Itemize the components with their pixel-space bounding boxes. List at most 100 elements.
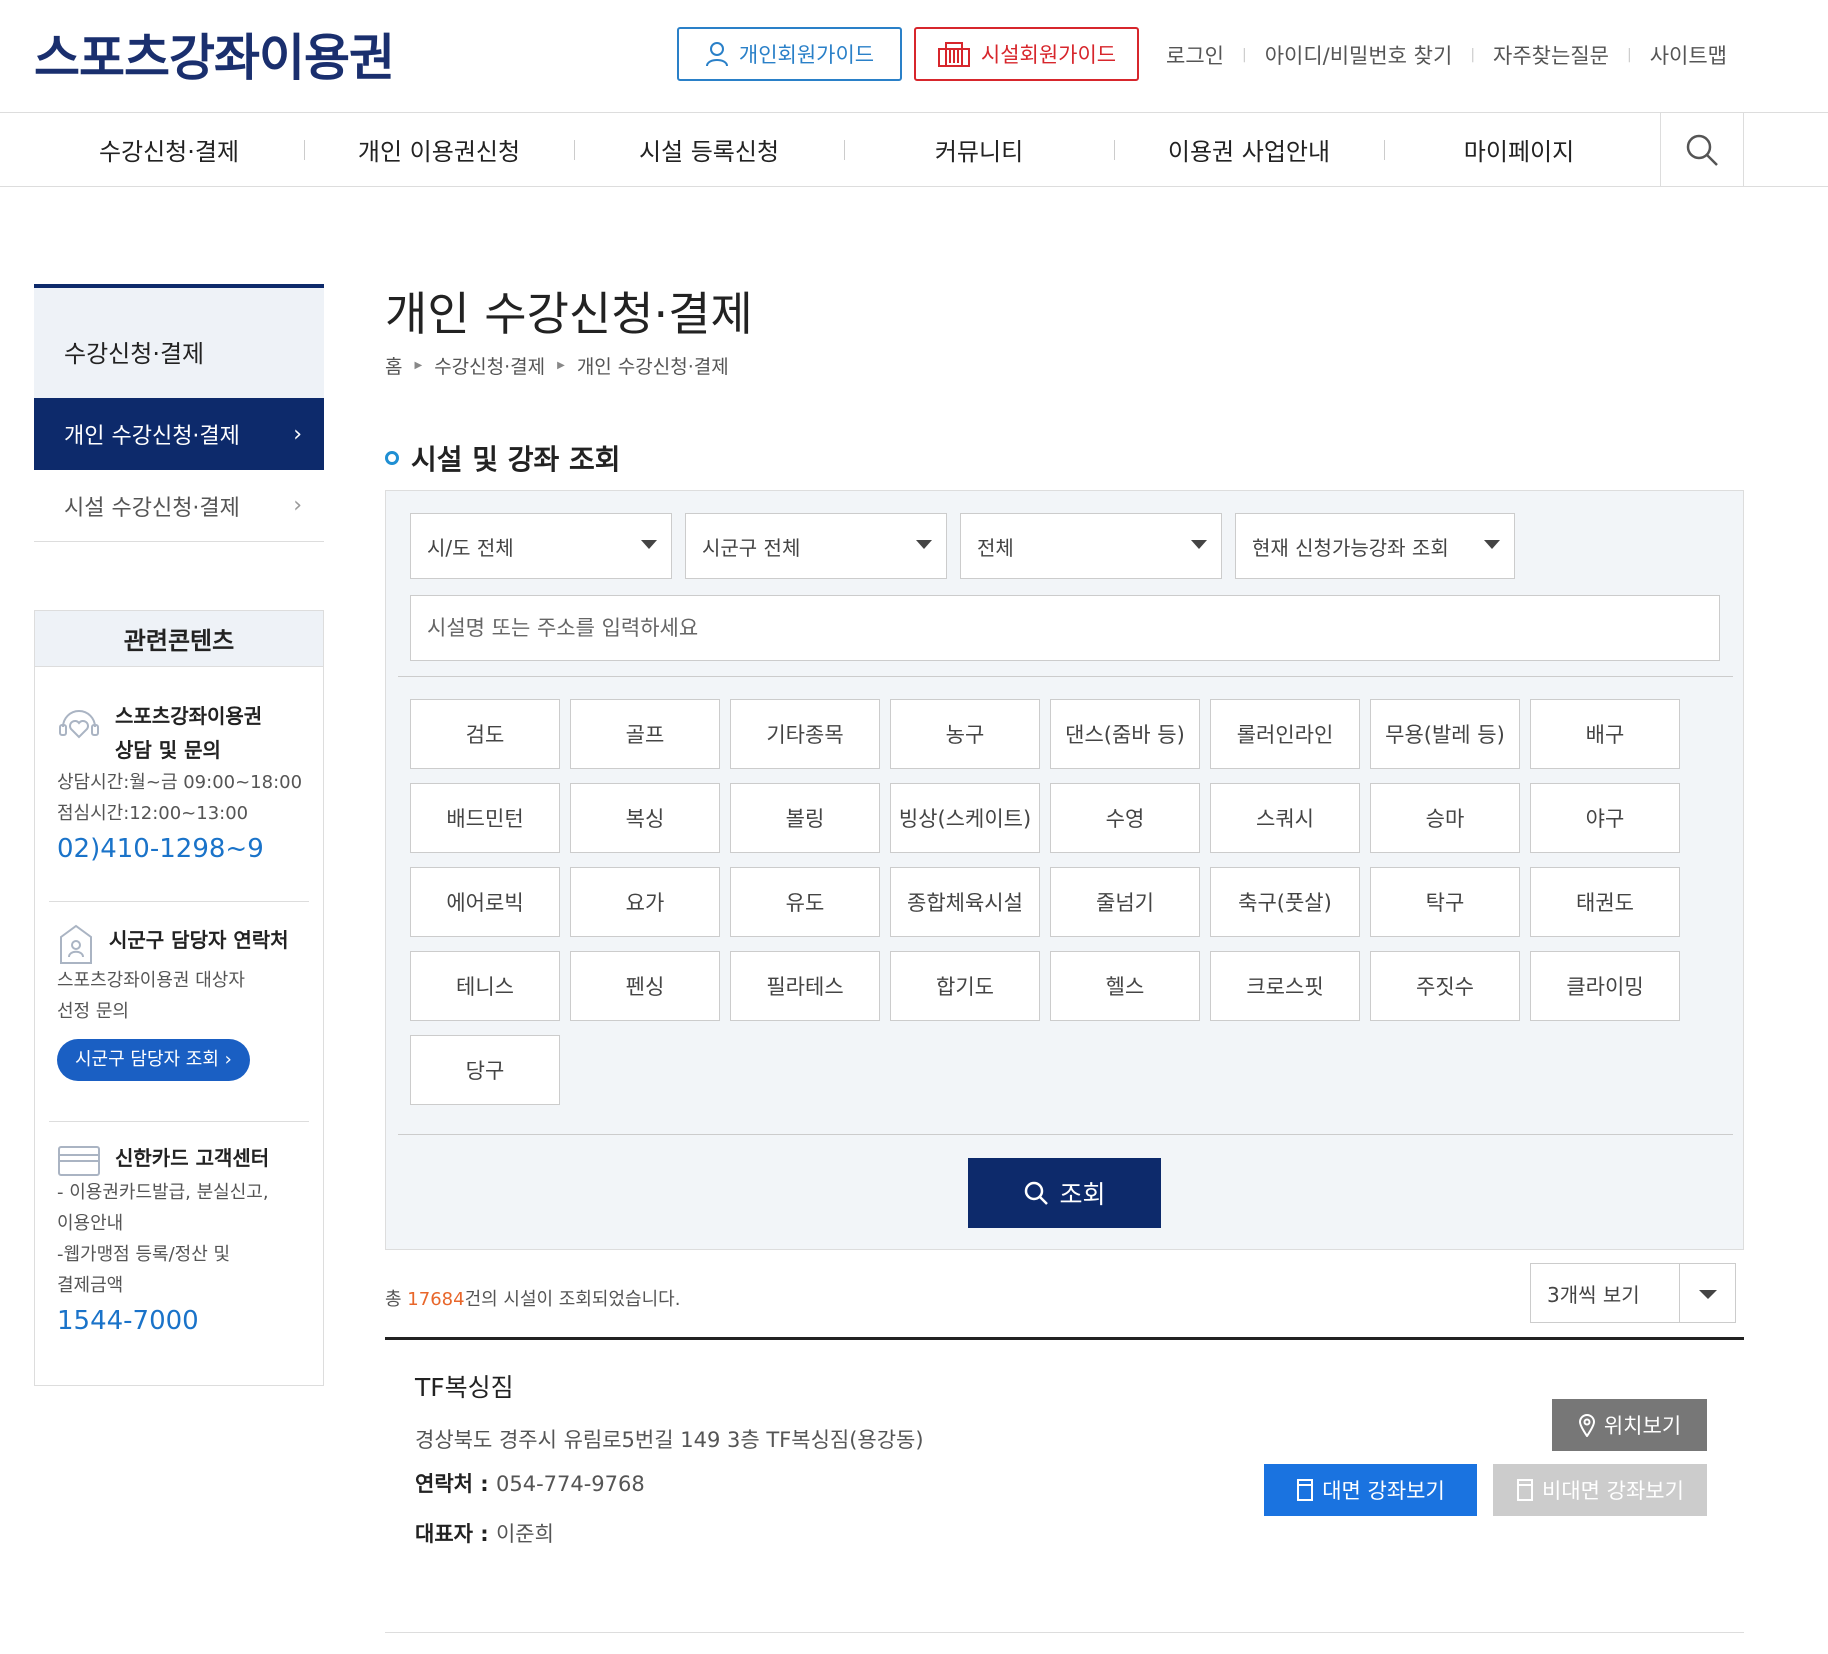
card-desc-1: - 이용권카드발급, 분실신고, [57,1182,269,1203]
sport-filter-button[interactable]: 배구 [1530,699,1680,769]
sport-filter-button[interactable]: 검도 [410,699,560,769]
location-view-label: 위치보기 [1603,1414,1682,1438]
result-bottom-border [385,1632,1744,1633]
sport-filter-button[interactable]: 축구(풋살) [1210,867,1360,937]
sido-select-value: 시/도 전체 [427,535,514,560]
sport-filter-button[interactable]: 복싱 [570,783,720,853]
faq-link[interactable]: 자주찾는질문 [1493,40,1609,70]
gnb-enroll-payment[interactable]: 수강신청·결제 [34,113,304,186]
gnb-mypage[interactable]: 마이페이지 [1384,113,1654,186]
divider [398,676,1733,677]
document-icon [1297,1479,1314,1501]
search-button[interactable] [1660,113,1744,186]
consult-block: 스포츠강좌이용권 상담 및 문의 상담시간:월~금 09:00~18:00 점심… [57,699,307,869]
consult-title-2: 상담 및 문의 [115,738,221,762]
sport-filter-button[interactable]: 클라이밍 [1530,951,1680,1021]
login-link[interactable]: 로그인 [1166,40,1224,70]
dropdown-arrow-icon [1191,540,1207,549]
sport-filter-button[interactable]: 빙상(스케이트) [890,783,1040,853]
district-desc-2: 선정 문의 [57,1001,129,1022]
sport-filter-button[interactable]: 유도 [730,867,880,937]
sport-filter-button[interactable]: 합기도 [890,951,1040,1021]
sport-filter-button[interactable]: 댄스(줌바 등) [1050,699,1200,769]
breadcrumb: 홈 ▶ 수강신청·결제 ▶ 개인 수강신청·결제 [385,352,729,379]
sport-filter-button[interactable]: 스쿼시 [1210,783,1360,853]
site-logo[interactable]: 스포츠강좌이용권 [34,18,395,90]
lnb-item-facility-enroll[interactable]: 시설 수강신청·결제 › [34,470,324,542]
select-divider [1679,1264,1680,1322]
related-contents: 관련콘텐츠 스포츠강좌이용권 상담 및 문의 상담시간:월~금 09:00~18… [34,610,324,1386]
sido-select[interactable]: 시/도 전체 [410,513,672,579]
find-id-password-link[interactable]: 아이디/비밀번호 찾기 [1265,40,1453,70]
district-title: 시군구 담당자 연락처 [109,928,289,952]
sport-filter-button[interactable]: 탁구 [1370,867,1520,937]
chevron-right-icon: › [293,421,302,447]
location-view-button[interactable]: 위치보기 [1552,1399,1707,1451]
gnb-business-info[interactable]: 이용권 사업안내 [1114,113,1384,186]
contact-value: 054-774-9768 [495,1472,645,1496]
contact-label: 연락처 : [415,1472,496,1496]
district-contact-icon [60,924,92,964]
sport-filter-button[interactable]: 펜싱 [570,951,720,1021]
gnb-community[interactable]: 커뮤니티 [844,113,1114,186]
sport-filter-button[interactable]: 태권도 [1530,867,1680,937]
sigungu-select[interactable]: 시군구 전체 [685,513,947,579]
consult-title-1: 스포츠강좌이용권 [115,704,263,728]
sport-filter-button[interactable]: 배드민턴 [410,783,560,853]
category-select[interactable]: 전체 [960,513,1222,579]
sport-filter-button[interactable]: 테니스 [410,951,560,1021]
consult-phone: 02)410-1298~9 [57,834,264,864]
sport-filter-button[interactable]: 볼링 [730,783,880,853]
dropdown-arrow-icon [1484,540,1500,549]
chevron-right-icon: › [293,493,302,518]
lnb-item-personal-enroll[interactable]: 개인 수강신청·결제 › [34,398,324,470]
personal-guide-button[interactable]: 개인회원가이드 [677,27,902,81]
facility-address: 경상북도 경주시 유림로5번길 149 3층 TF복싱짐(용강동) [415,1428,924,1452]
sport-filter-button[interactable]: 골프 [570,699,720,769]
sport-filter-button[interactable]: 요가 [570,867,720,937]
sport-filter-button[interactable]: 롤러인라인 [1210,699,1360,769]
district-lookup-button[interactable]: 시군구 담당자 조회 › [57,1039,250,1081]
sport-filter-button[interactable]: 야구 [1530,783,1680,853]
sport-filter-button[interactable]: 크로스핏 [1210,951,1360,1021]
gnb-facility-register[interactable]: 시설 등록신청 [574,113,844,186]
search-panel: 시/도 전체 시군구 전체 전체 현재 신청가능강좌 조회 검도골프기타종목농구… [385,490,1744,1250]
sport-filter-button[interactable]: 헬스 [1050,951,1200,1021]
lnb-item-label: 시설 수강신청·결제 [64,495,240,521]
sport-filter-button[interactable]: 필라테스 [730,951,880,1021]
non-face-to-face-course-button[interactable]: 비대면 강좌보기 [1493,1464,1707,1516]
breadcrumb-current: 개인 수강신청·결제 [576,356,729,378]
card-desc-4: 결제금액 [57,1275,124,1296]
availability-select[interactable]: 현재 신청가능강좌 조회 [1235,513,1515,579]
card-desc-3: -웹가맹점 등록/정산 및 [57,1244,231,1265]
personal-guide-label: 개인회원가이드 [738,43,875,67]
breadcrumb-item[interactable]: 수강신청·결제 [434,352,545,379]
sport-filter-button[interactable]: 농구 [890,699,1040,769]
search-submit-button[interactable]: 조회 [968,1158,1161,1228]
facility-search-input[interactable] [410,595,1720,661]
view-count-value: 3개씩 보기 [1547,1282,1640,1307]
document-icon [1517,1479,1534,1501]
sitemap-link[interactable]: 사이트맵 [1650,40,1727,70]
face-to-face-course-button[interactable]: 대면 강좌보기 [1264,1464,1477,1516]
consult-hours: 상담시간:월~금 09:00~18:00 [57,772,303,793]
view-count-select[interactable]: 3개씩 보기 [1530,1263,1736,1323]
sport-filter-button[interactable]: 승마 [1370,783,1520,853]
card-desc-2: 이용안내 [57,1213,124,1234]
sport-filter-button[interactable]: 기타종목 [730,699,880,769]
sport-filter-button[interactable]: 무용(발레 등) [1370,699,1520,769]
sport-filter-button[interactable]: 줄넘기 [1050,867,1200,937]
breadcrumb-home[interactable]: 홈 [385,352,402,379]
sport-filter-button[interactable]: 수영 [1050,783,1200,853]
sport-filter-button[interactable]: 주짓수 [1370,951,1520,1021]
facility-representative: 대표자 : 이준희 [415,1518,554,1548]
result-count-suffix: 건의 시설이 조회되었습니다. [464,1289,681,1310]
sport-filter-button[interactable]: 당구 [410,1035,560,1105]
sport-filter-button[interactable]: 에어로빅 [410,867,560,937]
result-count-number: 17684 [407,1289,465,1310]
sport-filter-button[interactable]: 종합체육시설 [890,867,1040,937]
lunch-hours: 점심시간:12:00~13:00 [57,803,249,824]
facility-guide-button[interactable]: 시설회원가이드 [914,27,1139,81]
gnb-personal-voucher[interactable]: 개인 이용권신청 [304,113,574,186]
section-title-label: 시설 및 강좌 조회 [411,443,621,476]
